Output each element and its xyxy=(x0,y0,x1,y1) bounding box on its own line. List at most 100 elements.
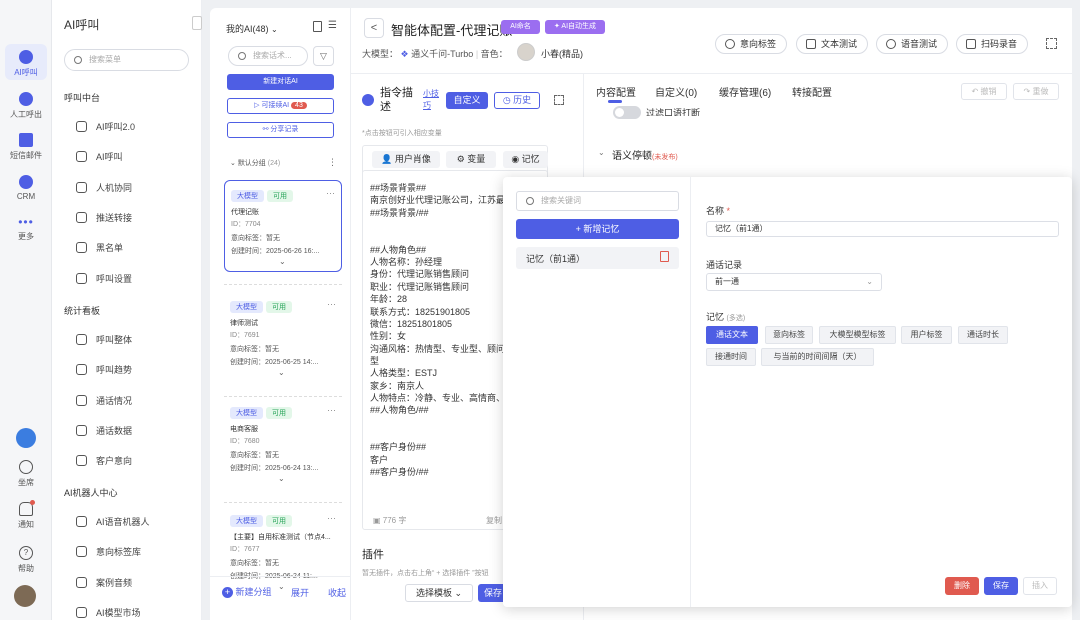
config-tab[interactable]: 自定义(0) xyxy=(655,84,697,99)
search-icon xyxy=(74,56,82,64)
memory-option[interactable]: 通话时长 xyxy=(958,326,1008,344)
sort-icon[interactable]: ☰ xyxy=(328,20,337,31)
chevron-down-icon[interactable]: ⌄ xyxy=(598,148,605,157)
memory-option[interactable]: 通话文本 xyxy=(706,326,758,344)
fullscreen-icon[interactable] xyxy=(1046,38,1057,49)
nav-item[interactable]: 呼叫设置 xyxy=(76,272,132,286)
menu-search-input[interactable]: 搜索菜单 xyxy=(64,49,189,71)
nav-item[interactable]: AI呼叫 xyxy=(76,150,123,164)
new-group-button[interactable]: + 新建分组 xyxy=(222,585,272,598)
memory-option[interactable]: 接通时间 xyxy=(706,348,756,366)
my-ai-title[interactable]: 我的AI(48) ⌄ xyxy=(226,22,278,35)
delete-button[interactable]: 删除 xyxy=(945,577,979,595)
memory-option[interactable]: 大模型模型标签 xyxy=(819,326,896,344)
redo-button[interactable]: ↷ 重做 xyxy=(1013,83,1059,100)
undo-button[interactable]: ↶ 撤销 xyxy=(961,83,1007,100)
scan-record-button[interactable]: 扫码录音 xyxy=(956,34,1028,54)
ai-card[interactable]: 大模型 可用 ··· 代理记账 ID：7704 意向标签：暂无 创建时间：2025… xyxy=(224,180,342,272)
ai-search-input[interactable]: 搜索话术... xyxy=(228,46,308,66)
group-header[interactable]: ⌄ 默认分组 (24) xyxy=(230,158,280,168)
nav-item[interactable]: 客户意向 xyxy=(76,454,132,468)
trash-icon[interactable] xyxy=(313,21,322,32)
back-button[interactable]: < xyxy=(364,18,384,38)
nav-item[interactable]: AI语音机器人 xyxy=(76,515,150,529)
active-tab-indicator xyxy=(608,100,622,103)
card-more-icon[interactable]: ··· xyxy=(327,513,336,523)
clone-ai-button[interactable]: ▷ 可接续AI 43 xyxy=(227,98,334,114)
collapse-all-button[interactable]: 收起 xyxy=(328,586,346,599)
rail-item-help[interactable]: ? 帮助 xyxy=(0,546,52,574)
nav-item[interactable]: 通话情况 xyxy=(76,394,132,408)
nav-item[interactable]: 推送转接 xyxy=(76,211,132,225)
history-button[interactable]: ◷ 历史 xyxy=(494,92,540,109)
expand-all-button[interactable]: 展开 xyxy=(291,586,309,599)
ai-card[interactable]: 大模型 可用 ··· 电商客服 ID：7680 意向标签：暂无 创建时间：2025… xyxy=(224,398,342,490)
select-template-button[interactable]: 选择模板 ⌄ xyxy=(405,584,473,602)
nav-item[interactable]: 呼叫趋势 xyxy=(76,363,132,377)
chevron-down-icon[interactable]: ⌄ xyxy=(278,582,285,591)
ai-card[interactable]: 大模型 可用 ··· 律师测试 ID：7691 意向标签：暂无 创建时间：2025… xyxy=(224,292,342,384)
insert-button[interactable]: 插入 xyxy=(1023,577,1057,595)
nav-title: AI呼叫 xyxy=(64,18,100,32)
config-tab[interactable]: 转接配置 xyxy=(792,84,832,99)
plus-icon: + xyxy=(222,587,233,598)
voice-test-button[interactable]: 语音测试 xyxy=(876,34,948,54)
rail-item-notify[interactable]: 通知 xyxy=(0,500,52,530)
chevron-down-icon[interactable]: ⌄ xyxy=(278,368,285,377)
card-more-icon[interactable]: ··· xyxy=(326,188,335,198)
avatar[interactable] xyxy=(14,585,36,607)
rail-item-crm[interactable]: CRM xyxy=(0,175,52,201)
oral-interrupt-toggle[interactable] xyxy=(613,106,641,119)
memory-search-input[interactable]: 搜索关键词 xyxy=(516,191,679,211)
memory-var-button[interactable]: ◉ 记忆 xyxy=(503,151,548,168)
share-record-button[interactable]: ⚯ 分享记录 xyxy=(227,122,334,138)
nav-item[interactable]: 黑名单 xyxy=(76,241,123,255)
add-memory-button[interactable]: + 新增记忆 xyxy=(516,219,679,239)
memory-name-input[interactable]: 记忆（前1通） xyxy=(706,221,1059,237)
rail-item-sms[interactable]: 短信邮件 xyxy=(0,133,52,161)
text-test-button[interactable]: 文本测试 xyxy=(796,34,868,54)
nav-item[interactable]: 人机协同 xyxy=(76,181,132,195)
nav-item[interactable]: 通话数据 xyxy=(76,424,132,438)
editor-line: 家乡：南京人 xyxy=(370,380,425,391)
tips-link[interactable]: 小技巧 xyxy=(423,88,439,112)
nav-item[interactable]: 案例音频 xyxy=(76,576,132,590)
rail-item-manual-call[interactable]: 人工呼出 xyxy=(0,92,52,120)
memory-option[interactable]: 意向标签 xyxy=(765,326,813,344)
name-label: 名称 * xyxy=(706,206,731,216)
ai-name-chip[interactable]: AI命名 xyxy=(501,20,540,34)
rail-label: AI呼叫 xyxy=(14,68,38,77)
card-more-icon[interactable]: ··· xyxy=(327,299,336,309)
save-button[interactable]: 保存 xyxy=(984,577,1018,595)
clone-ai-label: 可接续AI xyxy=(261,102,290,109)
call-record-select[interactable]: 前一通 ⌄ xyxy=(706,273,882,291)
collapse-nav-icon[interactable] xyxy=(192,16,202,30)
nav-item[interactable]: 呼叫整体 xyxy=(76,333,132,347)
nav-item[interactable]: 意向标签库 xyxy=(76,545,141,559)
group-more-icon[interactable]: ⋮ xyxy=(328,157,337,168)
custom-button[interactable]: 自定义 xyxy=(446,92,488,109)
nav-item[interactable]: AI模型市场 xyxy=(76,606,141,620)
expand-editor-icon[interactable] xyxy=(554,95,564,105)
user-portrait-var-button[interactable]: 👤 用户肖像 xyxy=(372,151,440,168)
chevron-down-icon[interactable]: ⌄ xyxy=(279,257,286,266)
rail-item-more[interactable]: ••• 更多 xyxy=(0,216,52,242)
memory-option[interactable]: 用户标签 xyxy=(901,326,952,344)
rail-item-seat[interactable]: 坐席 xyxy=(0,460,52,488)
nav-item[interactable]: AI呼叫2.0 xyxy=(76,120,135,134)
variable-var-button[interactable]: ⚙ 变量 xyxy=(446,151,496,168)
config-tab[interactable]: 缓存管理(6) xyxy=(719,84,771,99)
trash-icon[interactable] xyxy=(660,251,669,262)
memory-option[interactable]: 与当前的时间间隔（天） xyxy=(761,348,874,366)
rail-item-ai-call[interactable]: AI呼叫 xyxy=(5,44,47,80)
card-more-icon[interactable]: ··· xyxy=(327,405,336,415)
ai-autogen-chip[interactable]: ✦ AI自动生成 xyxy=(545,20,605,34)
chevron-down-icon[interactable]: ⌄ xyxy=(278,474,285,483)
new-ai-button[interactable]: 新建对话AI xyxy=(227,74,334,90)
memory-list-item[interactable]: 记忆（前1通） xyxy=(516,247,679,269)
cloud-logo-icon[interactable] xyxy=(16,428,36,448)
copy-button[interactable]: 复制 xyxy=(486,515,502,526)
filter-icon[interactable]: ▽ xyxy=(313,46,334,66)
intent-tag-button[interactable]: 意向标签 xyxy=(715,34,787,54)
config-tab[interactable]: 内容配置 xyxy=(596,84,636,99)
